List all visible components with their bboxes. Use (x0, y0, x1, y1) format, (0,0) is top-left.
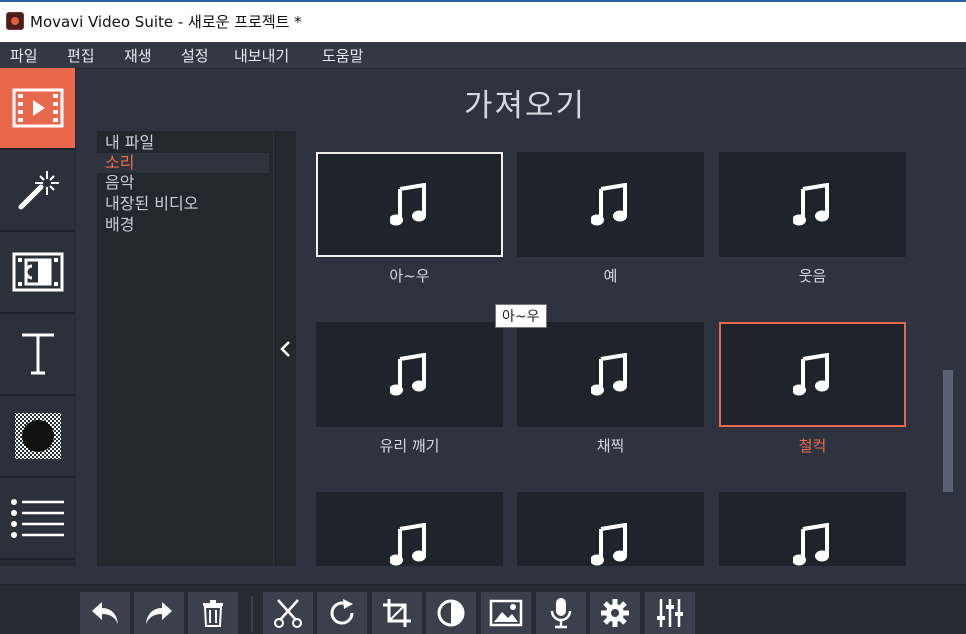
menu-help[interactable]: 도움말 (322, 45, 363, 66)
media-card[interactable] (316, 322, 503, 427)
media-card[interactable] (517, 152, 704, 257)
collapse-panel-button[interactable] (274, 131, 296, 566)
music-note-icon (792, 522, 829, 565)
music-note-icon (389, 352, 426, 395)
equalizer-icon (657, 599, 683, 627)
media-card[interactable] (316, 152, 503, 257)
media-card[interactable] (719, 492, 906, 566)
music-note-icon (389, 182, 426, 225)
chevron-left-icon (280, 341, 290, 357)
title-bar: Movavi Video Suite - 새로운 프로젝트 * (0, 0, 966, 42)
media-card[interactable] (316, 492, 503, 566)
tool-filters[interactable] (0, 396, 75, 478)
color-adjust-button[interactable] (426, 592, 476, 634)
menu-bar: 파일 편집 재생 설정 내보내기 도움말 (0, 42, 966, 69)
media-card-label: 예 (603, 267, 618, 285)
crop-icon (383, 599, 411, 627)
window-title: Movavi Video Suite - 새로운 프로젝트 * (30, 13, 302, 31)
category-music[interactable]: 음악 (97, 173, 269, 193)
category-backgrounds[interactable]: 배경 (97, 215, 269, 235)
bottom-toolbar (0, 584, 966, 634)
menu-file[interactable]: 파일 (10, 45, 38, 66)
picture-button[interactable] (481, 592, 531, 634)
left-toolbar (0, 68, 76, 566)
media-card-label: 웃음 (798, 267, 827, 285)
music-note-icon (792, 352, 829, 395)
menu-export[interactable]: 내보내기 (234, 45, 289, 66)
category-sounds[interactable]: 소리 (97, 153, 269, 173)
crop-button[interactable] (372, 592, 422, 634)
media-card-selected[interactable] (719, 322, 906, 427)
tool-titles[interactable] (0, 314, 75, 396)
menu-play[interactable]: 재생 (124, 45, 152, 66)
cut-button[interactable] (263, 592, 313, 634)
scrollbar-track[interactable] (942, 131, 954, 566)
picture-icon (489, 599, 523, 627)
settings-icon (601, 599, 629, 627)
music-note-icon (590, 182, 627, 225)
music-note-icon (389, 522, 426, 565)
scrollbar-thumb[interactable] (943, 370, 953, 492)
tool-import[interactable] (0, 68, 75, 150)
import-media-icon (12, 88, 63, 128)
category-builtin-video[interactable]: 내장된 비디오 (97, 194, 269, 214)
tooltip: 아~우 (495, 304, 547, 328)
media-card[interactable] (719, 152, 906, 257)
settings-button[interactable] (590, 592, 640, 634)
tool-transitions[interactable] (0, 232, 75, 314)
category-list: 내 파일 소리 음악 내장된 비디오 배경 (97, 131, 273, 566)
microphone-icon (550, 598, 572, 629)
filters-icon (14, 413, 61, 459)
media-card-label: 채찍 (596, 437, 625, 455)
text-titles-icon (21, 333, 54, 375)
undo-button[interactable] (80, 592, 130, 634)
music-note-icon (590, 352, 627, 395)
magic-wand-icon (18, 171, 59, 210)
record-audio-button[interactable] (536, 592, 586, 634)
toolbar-divider (251, 596, 253, 632)
media-card[interactable] (517, 322, 704, 427)
delete-button[interactable] (188, 592, 238, 634)
media-card-label: 아~우 (389, 267, 430, 285)
equalizer-button[interactable] (645, 592, 695, 634)
cut-icon (274, 599, 302, 628)
more-tools-icon (10, 499, 64, 538)
rotate-icon (330, 599, 354, 625)
page-title: 가져오기 (463, 88, 587, 124)
color-adjust-icon (437, 599, 465, 627)
delete-icon (203, 600, 223, 627)
redo-icon (146, 602, 172, 624)
music-note-icon (590, 522, 627, 565)
menu-settings[interactable]: 설정 (181, 45, 209, 66)
tool-more[interactable] (0, 478, 75, 560)
menu-edit[interactable]: 편집 (67, 45, 95, 66)
media-card[interactable] (517, 492, 704, 566)
undo-icon (92, 602, 118, 624)
app-logo-icon (6, 12, 24, 30)
media-card-label: 철컥 (798, 437, 827, 455)
redo-button[interactable] (134, 592, 184, 634)
rotate-button[interactable] (317, 592, 367, 634)
category-my-files[interactable]: 내 파일 (97, 133, 269, 153)
transitions-icon (12, 252, 63, 292)
media-grid: 아~우 예 웃음 유리 깨기 채찍 철컥 (305, 131, 935, 566)
tool-effects[interactable] (0, 150, 75, 232)
music-note-icon (792, 182, 829, 225)
media-card-label: 유리 깨기 (379, 437, 440, 455)
